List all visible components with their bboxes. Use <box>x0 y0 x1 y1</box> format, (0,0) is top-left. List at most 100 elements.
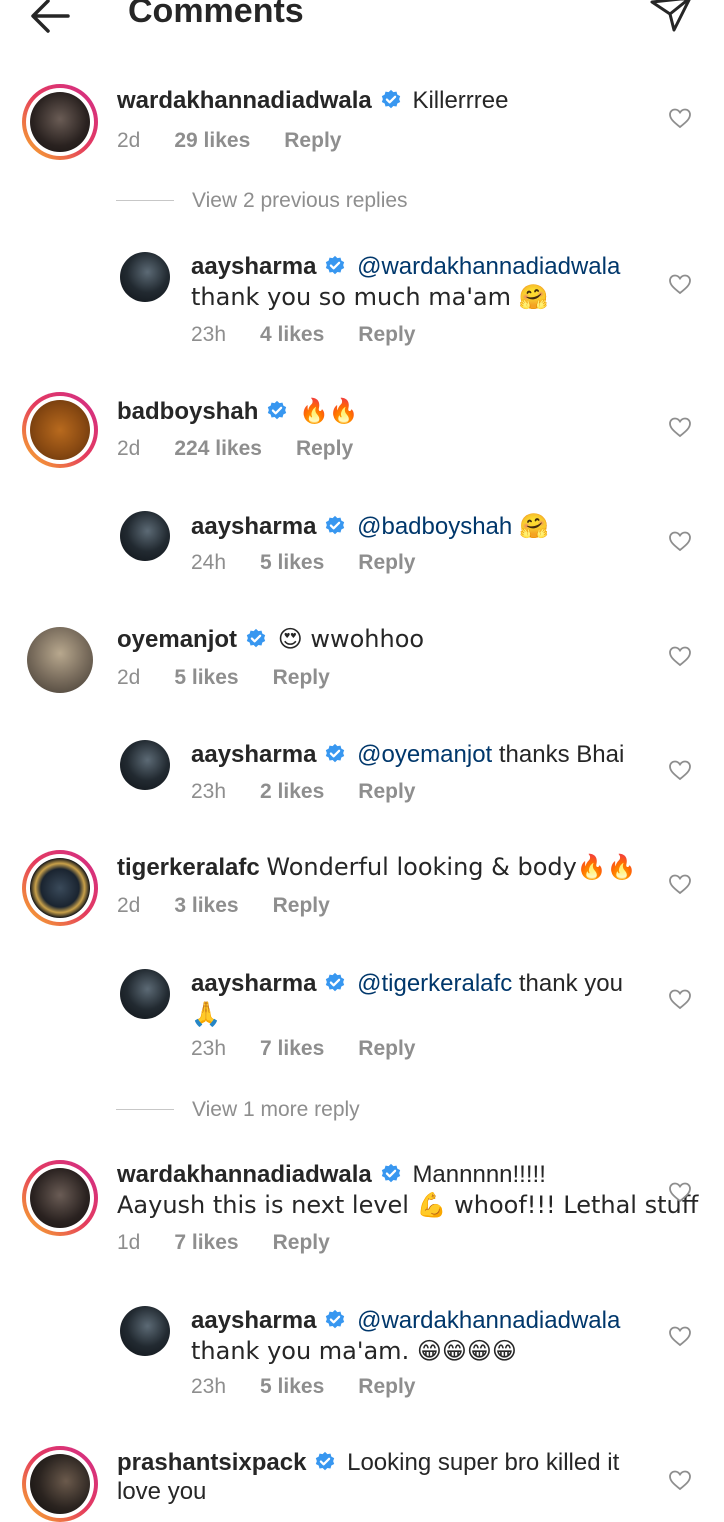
verified-badge-icon <box>326 1309 345 1329</box>
page-title: Comments <box>128 0 304 30</box>
likes-count[interactable]: 7 likes <box>260 1037 324 1061</box>
heart-icon[interactable] <box>668 1324 692 1348</box>
comment-username[interactable]: wardakhannadiadwala <box>117 1161 372 1188</box>
heart-icon[interactable] <box>668 987 692 1011</box>
view-more-replies[interactable]: View 2 previous replies <box>116 189 408 213</box>
heart-icon[interactable] <box>668 1468 692 1492</box>
comment-text: thanks Bhai <box>498 741 625 768</box>
likes-count[interactable]: 224 likes <box>174 437 262 461</box>
comment-text: Mannnnn!!!!! <box>412 1161 546 1188</box>
likes-count[interactable]: 5 likes <box>174 666 238 690</box>
verified-badge-icon <box>326 972 345 992</box>
likes-count[interactable]: 2 likes <box>260 780 324 804</box>
mention-link[interactable]: @tigerkeralafc <box>357 970 512 997</box>
reply-button[interactable]: Reply <box>273 1231 330 1255</box>
reply-button[interactable]: Reply <box>358 1037 415 1061</box>
mention-link[interactable]: @wardakhannadiadwala <box>357 253 620 280</box>
verified-badge-icon <box>326 743 345 763</box>
comment-username[interactable]: prashantsixpack <box>117 1449 306 1476</box>
heart-icon[interactable] <box>668 106 692 130</box>
avatar[interactable] <box>120 969 170 1019</box>
avatar[interactable] <box>22 1160 98 1236</box>
likes-count[interactable]: 29 likes <box>174 129 250 153</box>
comment-text: 🔥🔥 <box>299 397 359 425</box>
avatar[interactable] <box>22 84 98 160</box>
mention-link[interactable]: @wardakhannadiadwala <box>357 1307 620 1334</box>
header-bar: Comments <box>0 0 724 40</box>
comment-text-line2: 🙏 <box>191 1000 221 1028</box>
avatar[interactable] <box>120 252 170 302</box>
comment-text: Killerrree <box>412 87 509 114</box>
comment-username[interactable]: oyemanjot <box>117 626 237 653</box>
heart-icon[interactable] <box>668 272 692 296</box>
mention-link[interactable]: @oyemanjot <box>357 741 492 768</box>
back-arrow-icon[interactable] <box>28 0 72 36</box>
verified-badge-icon <box>326 255 345 275</box>
avatar[interactable] <box>22 850 98 926</box>
comment-username[interactable]: aaysharma <box>191 253 316 280</box>
avatar[interactable] <box>27 627 93 693</box>
comment-text-line2: love you <box>117 1478 207 1505</box>
verified-badge-icon <box>381 1163 400 1183</box>
reply-button[interactable]: Reply <box>358 1375 415 1399</box>
view-more-replies[interactable]: View 1 more reply <box>116 1098 360 1122</box>
comment-time: 23h <box>191 780 227 803</box>
comment-time: 1d <box>117 1231 141 1254</box>
likes-count[interactable]: 5 likes <box>260 1375 324 1399</box>
reply-button[interactable]: Reply <box>358 551 415 575</box>
reply-button[interactable]: Reply <box>358 323 415 347</box>
comment-username[interactable]: aaysharma <box>191 513 316 540</box>
mention-link[interactable]: @badboyshah <box>357 513 512 540</box>
heart-icon[interactable] <box>668 415 692 439</box>
verified-badge-icon <box>246 628 266 648</box>
verified-badge-icon <box>316 1451 335 1471</box>
view-more-label: View 2 previous replies <box>192 189 408 212</box>
reply-button[interactable]: Reply <box>273 666 330 690</box>
comment-text: Looking super bro killed it <box>347 1449 620 1476</box>
avatar[interactable] <box>120 1306 170 1356</box>
view-more-label: View 1 more reply <box>192 1098 360 1121</box>
heart-icon[interactable] <box>668 529 692 553</box>
likes-count[interactable]: 3 likes <box>174 894 238 918</box>
comment-text: 😍 wwohhoo <box>277 625 425 653</box>
comment-username[interactable]: badboyshah <box>117 398 258 425</box>
verified-badge-icon <box>381 89 400 109</box>
verified-badge-icon <box>326 515 345 535</box>
heart-icon[interactable] <box>668 644 692 668</box>
comment-username[interactable]: tigerkeralafc <box>117 854 260 881</box>
reply-button[interactable]: Reply <box>358 780 415 804</box>
comment-text-line2: Aayush this is next level 💪 whoof!!! Let… <box>117 1191 699 1219</box>
divider <box>116 1109 174 1110</box>
heart-icon[interactable] <box>668 1180 692 1204</box>
comment-time: 24h <box>191 551 227 574</box>
reply-button[interactable]: Reply <box>273 894 330 918</box>
avatar[interactable] <box>120 511 170 561</box>
likes-count[interactable]: 7 likes <box>174 1231 238 1255</box>
comment-time: 2d <box>117 666 141 689</box>
comment-text: Wonderful looking & body🔥🔥 <box>266 853 637 881</box>
heart-icon[interactable] <box>668 758 692 782</box>
comment-username[interactable]: aaysharma <box>191 1307 316 1334</box>
comment-text: thank you <box>518 970 623 997</box>
comment-time: 2d <box>117 894 141 917</box>
comment-time: 23h <box>191 1037 227 1060</box>
comment-time: 2d <box>117 437 141 460</box>
avatar[interactable] <box>22 392 98 468</box>
likes-count[interactable]: 5 likes <box>260 551 324 575</box>
comment-username[interactable]: aaysharma <box>191 741 316 768</box>
comment-text: thank you so much ma'am 🤗 <box>191 283 549 311</box>
comment-time: 2d <box>117 129 141 152</box>
likes-count[interactable]: 4 likes <box>260 323 324 347</box>
heart-icon[interactable] <box>668 872 692 896</box>
comment-text: 🤗 <box>518 512 549 540</box>
comment-time: 23h <box>191 1375 227 1398</box>
comment-time: 23h <box>191 323 227 346</box>
avatar[interactable] <box>120 740 170 790</box>
comment-username[interactable]: aaysharma <box>191 970 316 997</box>
reply-button[interactable]: Reply <box>284 129 341 153</box>
comment-username[interactable]: wardakhannadiadwala <box>117 87 372 114</box>
send-icon[interactable] <box>648 0 694 38</box>
reply-button[interactable]: Reply <box>296 437 353 461</box>
divider <box>116 200 174 201</box>
verified-badge-icon <box>268 400 287 420</box>
